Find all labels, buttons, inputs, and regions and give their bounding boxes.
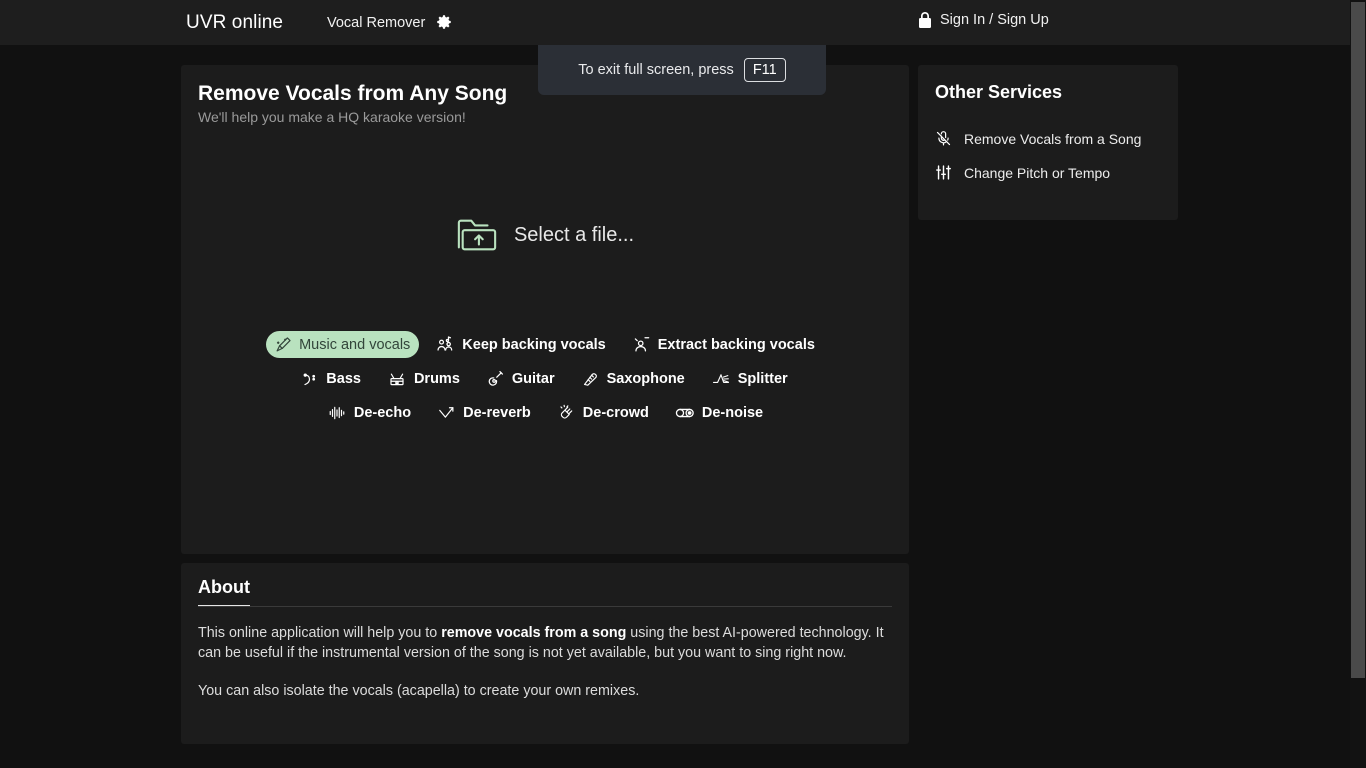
mode-row-1: Music and vocals Keep backing vocals Ext… (181, 330, 909, 359)
mode-label: Extract backing vocals (657, 336, 815, 353)
mode-label: Splitter (737, 370, 788, 387)
drums-icon (387, 370, 407, 388)
cassette-tape-icon (675, 406, 695, 420)
mode-drums[interactable]: Drums (378, 365, 469, 393)
toast-message: To exit full screen, press (578, 62, 734, 78)
other-services-title: Other Services (935, 82, 1063, 102)
lock-icon (918, 12, 932, 28)
mode-label: De-echo (353, 404, 412, 421)
scrollbar-thumb[interactable] (1351, 2, 1365, 678)
about-p1-bold: remove vocals from a song (441, 625, 627, 641)
guitar-icon (486, 369, 505, 388)
gear-icon[interactable] (434, 12, 454, 32)
brand-logo[interactable]: UVR online (186, 12, 283, 34)
mode-extract-backing-vocals[interactable]: Extract backing vocals (623, 330, 824, 359)
microphone-muted-icon (935, 129, 952, 148)
fullscreen-toast: To exit full screen, press F11 (538, 45, 826, 95)
mode-de-noise[interactable]: De-noise (666, 400, 772, 426)
select-file-label: Select a file... (513, 223, 635, 246)
mode-label: De-noise (701, 404, 764, 421)
mode-music-and-vocals[interactable]: Music and vocals (266, 331, 420, 358)
mode-saxophone[interactable]: Saxophone (572, 364, 694, 393)
bass-clef-icon (302, 370, 319, 388)
service-change-pitch-tempo[interactable]: Change Pitch or Tempo (935, 163, 1110, 182)
mode-selector: Music and vocals Keep backing vocals Ext… (181, 330, 909, 432)
about-card: About This online application will help … (181, 563, 909, 744)
mode-keep-backing-vocals[interactable]: Keep backing vocals (427, 330, 614, 359)
mode-label: Keep backing vocals (462, 336, 606, 353)
reverb-decay-icon (437, 404, 456, 422)
about-paragraph-1: This online application will help you to… (198, 623, 888, 663)
sign-in-label: Sign In / Sign Up (940, 12, 1049, 28)
sliders-icon (935, 163, 952, 182)
about-p1-part1: This online application will help you to (198, 625, 442, 641)
page-scrollbar[interactable] (1350, 0, 1366, 768)
mode-label: De-crowd (582, 404, 649, 421)
mode-label: De-reverb (463, 404, 531, 421)
mode-de-crowd[interactable]: De-crowd (548, 398, 658, 427)
about-divider (198, 606, 892, 607)
people-music-icon (436, 335, 455, 354)
about-paragraph-2: You can also isolate the vocals (acapell… (198, 683, 640, 699)
mode-guitar[interactable]: Guitar (477, 364, 564, 393)
people-extract-icon (632, 335, 651, 354)
service-label: Change Pitch or Tempo (964, 164, 1111, 181)
about-body: This online application will help you to… (198, 623, 888, 701)
nav-vocal-remover[interactable]: Vocal Remover (327, 15, 425, 31)
app-header: UVR online Vocal Remover Sign In / Sign … (0, 0, 1366, 45)
mode-label: Saxophone (606, 370, 685, 387)
service-label: Remove Vocals from a Song (964, 130, 1142, 147)
mode-bass[interactable]: Bass (293, 365, 370, 393)
clapping-hands-icon (557, 403, 576, 422)
service-remove-vocals[interactable]: Remove Vocals from a Song (935, 129, 1141, 148)
microphone-music-icon (275, 336, 292, 353)
mode-label: Bass (326, 370, 361, 387)
about-heading: About (198, 577, 250, 607)
mode-row-2: Bass Drums Guitar Saxophone Splitter (181, 364, 909, 393)
mode-label: Guitar (511, 370, 555, 387)
saxophone-icon (581, 369, 600, 388)
mode-splitter[interactable]: Splitter (702, 365, 797, 393)
toast-key-f11: F11 (743, 58, 786, 82)
mode-de-reverb[interactable]: De-reverb (428, 399, 540, 427)
sign-in-sign-up-button[interactable]: Sign In / Sign Up (918, 12, 1049, 28)
mode-de-echo[interactable]: De-echo (318, 399, 420, 427)
mode-label: Music and vocals (299, 336, 411, 353)
file-dropzone[interactable]: Select a file... (181, 180, 909, 290)
mode-label: Drums (413, 370, 460, 387)
waveform-echo-icon (327, 404, 347, 422)
page-title: Remove Vocals from Any Song (198, 82, 508, 105)
vocal-remover-card: Remove Vocals from Any Song We'll help y… (181, 65, 909, 554)
splitter-icon (711, 370, 731, 388)
mode-row-3: De-echo De-reverb De-crowd De-noise (181, 398, 909, 427)
other-services-card: Other Services Remove Vocals from a Song… (918, 65, 1178, 220)
page-subtitle: We'll help you make a HQ karaoke version… (198, 109, 466, 125)
folder-upload-icon (456, 215, 498, 255)
